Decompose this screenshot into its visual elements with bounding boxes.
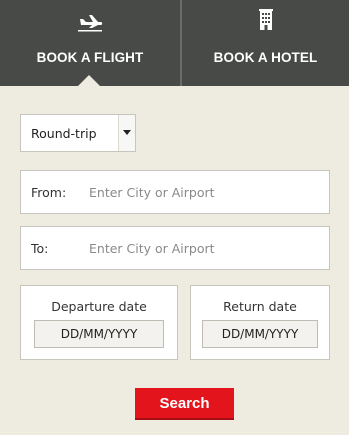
departure-date-label: Departure date bbox=[51, 299, 147, 314]
to-label: To: bbox=[31, 241, 49, 256]
from-label: From: bbox=[31, 185, 67, 200]
return-date-input[interactable]: DD/MM/YYYY bbox=[202, 320, 318, 348]
from-field: From: bbox=[20, 170, 330, 214]
departure-date-box: Departure date DD/MM/YYYY bbox=[20, 285, 178, 360]
chevron-down-icon[interactable] bbox=[118, 115, 135, 151]
trip-type-select[interactable]: Round-trip bbox=[20, 114, 136, 152]
tab-book-flight-label: BOOK A FLIGHT bbox=[36, 50, 144, 65]
tab-book-hotel-label: BOOK A HOTEL bbox=[213, 50, 318, 65]
to-input[interactable] bbox=[89, 235, 319, 261]
departure-date-input[interactable]: DD/MM/YYYY bbox=[34, 320, 164, 348]
from-input[interactable] bbox=[89, 179, 319, 205]
hotel-building-icon bbox=[258, 8, 273, 34]
to-field: To: bbox=[20, 226, 330, 270]
active-tab-pointer bbox=[78, 75, 100, 86]
booking-tabs: BOOK A FLIGHT BOOK A HOTEL bbox=[0, 0, 349, 86]
tab-book-hotel[interactable]: BOOK A HOTEL bbox=[182, 0, 349, 86]
search-button[interactable]: Search bbox=[135, 388, 234, 418]
return-date-box: Return date DD/MM/YYYY bbox=[190, 285, 330, 360]
trip-type-value: Round-trip bbox=[31, 126, 97, 141]
tab-book-flight[interactable]: BOOK A FLIGHT bbox=[0, 0, 180, 86]
airplane-icon bbox=[77, 14, 103, 36]
return-date-label: Return date bbox=[223, 299, 297, 314]
